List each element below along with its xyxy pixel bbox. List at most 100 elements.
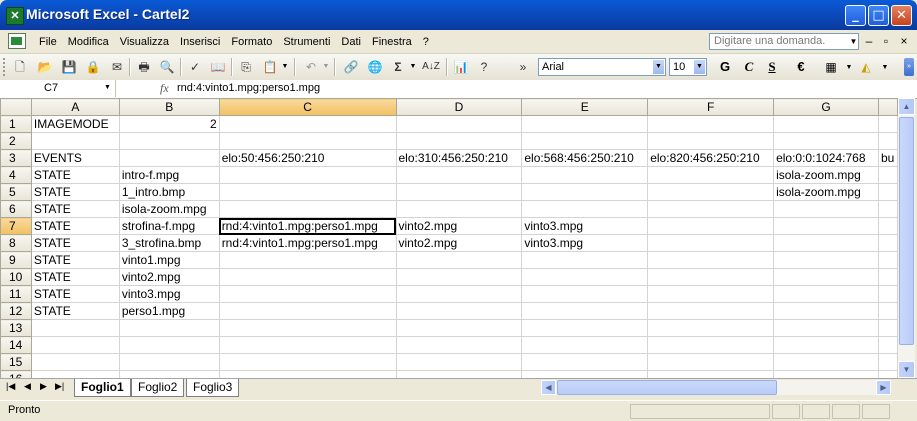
cell-partial[interactable] — [877, 183, 898, 201]
minimize-button[interactable]: _ — [845, 5, 866, 26]
cell-e2[interactable] — [521, 132, 649, 150]
cell-a9[interactable]: STATE — [30, 251, 120, 269]
cell-a5[interactable]: STATE — [30, 183, 120, 201]
toolbar-grip[interactable] — [3, 58, 8, 76]
cell-e1[interactable] — [521, 115, 649, 133]
cell-c12[interactable] — [218, 302, 397, 320]
spelling-icon[interactable]: ✓ — [186, 58, 204, 76]
cell-partial[interactable] — [877, 251, 898, 269]
cell-g10[interactable] — [773, 268, 879, 286]
cell-c8[interactable]: rnd:4:vinto1.mpg:perso1.mpg — [218, 234, 397, 252]
cell-c1[interactable] — [218, 115, 397, 133]
cell-g5[interactable]: isola-zoom.mpg — [773, 183, 879, 201]
column-header-g[interactable]: G — [773, 98, 879, 116]
font-size-select[interactable]: 10 ▼ — [669, 58, 707, 76]
cell-b16[interactable] — [118, 370, 220, 378]
row-header[interactable]: 12 — [0, 302, 32, 320]
cell-c3[interactable]: elo:50:456:250:210 — [218, 149, 397, 167]
currency-button[interactable]: € — [792, 58, 810, 76]
cell-f16[interactable] — [647, 370, 775, 378]
vertical-scroll-thumb[interactable] — [899, 117, 914, 345]
name-box-dropdown-icon[interactable]: ▼ — [104, 84, 111, 91]
row-header[interactable]: 9 — [0, 251, 32, 269]
cell-g7[interactable] — [773, 217, 879, 235]
row-header[interactable]: 7 — [0, 217, 32, 235]
cell-f7[interactable] — [647, 217, 775, 235]
paste-icon[interactable]: 📋 — [261, 58, 279, 76]
cell-d6[interactable] — [395, 200, 523, 218]
next-sheet-icon[interactable]: ▶ — [40, 381, 47, 392]
cell-b14[interactable] — [118, 336, 220, 354]
insert-function-icon[interactable]: fx — [160, 81, 169, 96]
cell-c16[interactable] — [218, 370, 397, 378]
row-header[interactable]: 4 — [0, 166, 32, 184]
cell-e9[interactable] — [521, 251, 649, 269]
menu-item-inserisci[interactable]: Inserisci — [179, 36, 226, 48]
row-header[interactable]: 6 — [0, 200, 32, 218]
borders-dropdown-icon[interactable]: ▼ — [840, 58, 858, 76]
cell-a16[interactable] — [30, 370, 120, 378]
workbook-close-button[interactable]: × — [897, 33, 911, 49]
column-header-e[interactable]: E — [521, 98, 649, 116]
cell-f14[interactable] — [647, 336, 775, 354]
menu-item-file[interactable]: File — [38, 36, 63, 48]
cell-c13[interactable] — [218, 319, 397, 337]
menu-item-dati[interactable]: Dati — [340, 36, 367, 48]
scroll-up-icon[interactable]: ▲ — [898, 98, 915, 115]
cell-a14[interactable] — [30, 336, 120, 354]
horizontal-scrollbar[interactable]: ◀ ▶ — [541, 380, 891, 395]
cell-partial[interactable]: bu — [877, 149, 898, 167]
cell-d3[interactable]: elo:310:456:250:210 — [395, 149, 523, 167]
cell-d8[interactable]: vinto2.mpg — [395, 234, 523, 252]
row-header[interactable]: 5 — [0, 183, 32, 201]
cell-f6[interactable] — [647, 200, 775, 218]
cell-f8[interactable] — [647, 234, 775, 252]
cell-e15[interactable] — [521, 353, 649, 371]
workbook-restore-button[interactable]: ▫ — [879, 33, 893, 49]
cell-c5[interactable] — [218, 183, 397, 201]
column-header-b[interactable]: B — [118, 98, 220, 116]
cell-partial[interactable] — [877, 302, 898, 320]
autosum-dropdown-icon[interactable]: ▼ — [409, 58, 417, 76]
cell-f9[interactable] — [647, 251, 775, 269]
workbook-icon[interactable] — [8, 33, 26, 49]
cell-partial[interactable] — [877, 217, 898, 235]
research-icon[interactable]: 📖 — [209, 58, 227, 76]
cell-b8[interactable]: 3_strofina.bmp — [118, 234, 220, 252]
cell-a3[interactable]: EVENTS — [30, 149, 120, 167]
font-name-select[interactable]: Arial ▼ — [538, 58, 666, 76]
menu-item-visualizza[interactable]: Visualizza — [119, 36, 175, 48]
open-folder-icon[interactable]: 📂 — [36, 58, 54, 76]
cell-g9[interactable] — [773, 251, 879, 269]
cell-a15[interactable] — [30, 353, 120, 371]
fill-color-dropdown-icon[interactable]: ▼ — [876, 58, 894, 76]
cell-partial[interactable] — [877, 370, 898, 378]
cell-b6[interactable]: isola-zoom.mpg — [118, 200, 220, 218]
cell-e10[interactable] — [521, 268, 649, 286]
cell-partial[interactable] — [877, 268, 898, 286]
toolbar-overflow-icon[interactable]: » — [904, 58, 914, 76]
name-box[interactable]: C7 — [4, 80, 116, 97]
cell-b9[interactable]: vinto1.mpg — [118, 251, 220, 269]
row-header[interactable]: 16 — [0, 370, 32, 378]
cell-c7[interactable]: rnd:4:vinto1.mpg:perso1.mpg — [218, 217, 397, 235]
cell-a4[interactable]: STATE — [30, 166, 120, 184]
cell-b2[interactable] — [118, 132, 220, 150]
cell-g14[interactable] — [773, 336, 879, 354]
scroll-left-icon[interactable]: ◀ — [541, 380, 556, 395]
cell-d11[interactable] — [395, 285, 523, 303]
cell-d12[interactable] — [395, 302, 523, 320]
autosum-icon[interactable]: Σ — [389, 58, 407, 76]
chevron-down-icon[interactable]: ▼ — [653, 60, 664, 74]
chevron-down-icon[interactable]: ▼ — [694, 60, 705, 74]
column-header-d[interactable]: D — [395, 98, 523, 116]
row-header[interactable]: 15 — [0, 353, 32, 371]
prev-sheet-icon[interactable]: ◀ — [24, 381, 31, 392]
row-header[interactable]: 13 — [0, 319, 32, 337]
cell-d16[interactable] — [395, 370, 523, 378]
first-sheet-icon[interactable]: |◀ — [6, 381, 15, 392]
cell-b1[interactable]: 2 — [118, 115, 220, 133]
formula-input[interactable]: rnd:4:vinto1.mpg:perso1.mpg — [177, 80, 320, 97]
row-header[interactable]: 11 — [0, 285, 32, 303]
cell-d10[interactable] — [395, 268, 523, 286]
